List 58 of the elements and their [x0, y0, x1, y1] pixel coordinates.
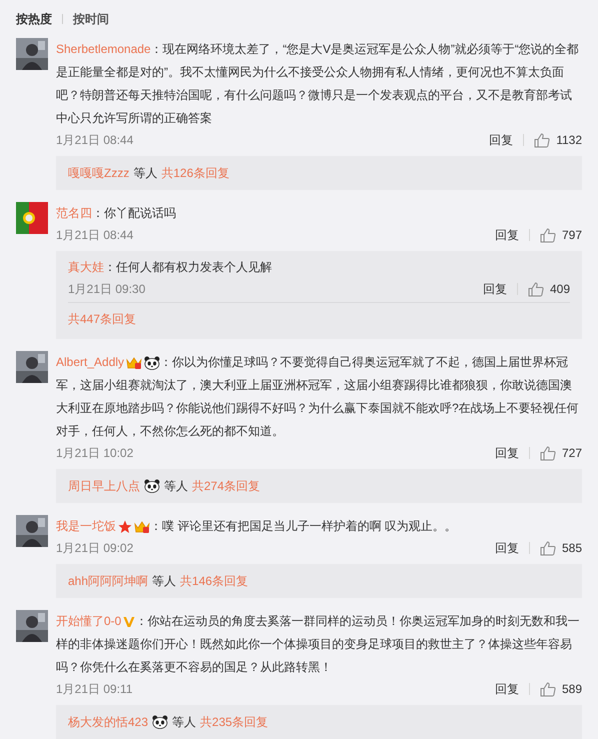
reply-link[interactable]: 回复: [494, 680, 519, 698]
reply-text: 真大娃：任何人都有权力发表个人见解: [68, 259, 273, 276]
reply-link[interactable]: 回复: [494, 226, 519, 244]
timestamp: 1月21日 09:30: [68, 281, 146, 298]
like-count: 727: [562, 445, 582, 462]
others-label: 等人: [152, 573, 176, 590]
reply-count-link[interactable]: 共126条回复: [161, 164, 230, 182]
thumbs-up-icon[interactable]: [540, 682, 556, 696]
user-link[interactable]: 真大娃: [68, 260, 104, 274]
others-label: 等人: [172, 714, 196, 731]
star-icon: [118, 520, 132, 534]
reply-count-link[interactable]: 共274条回复: [192, 477, 260, 495]
reply-link[interactable]: 回复: [482, 280, 507, 298]
reply-count-link[interactable]: 共235条回复: [200, 713, 268, 731]
sort-tab[interactable]: 按时间: [73, 10, 109, 28]
user-link[interactable]: Albert_Addly: [56, 355, 124, 369]
like-count: 1132: [556, 132, 582, 149]
user-link[interactable]: 周日早上八点: [68, 477, 140, 495]
user-link[interactable]: 嘎嘎嘎Zzzz: [68, 164, 130, 182]
reply-link[interactable]: 回复: [489, 131, 514, 149]
reply-count-link[interactable]: 共146条回复: [180, 572, 248, 590]
timestamp: 1月21日 09:02: [56, 540, 134, 557]
others-label: 等人: [133, 165, 158, 182]
comment-text: Sherbetlemonade：现在网络环境太差了，“您是大V是奥运冠军是公众人物”就必须等于“您说的全都是正能量全都是对的”。我不太懂网民为什么不接受公众人物拥有私人情绪，更何况也不算太负面吧？特朗普还每天推特治国呢，有什么问题吗？微博只是一个发表观点的平台，又不是教育部考试中心只允许写所谓的正确答案: [56, 41, 580, 127]
panda-icon: [144, 479, 160, 493]
panda-icon: [152, 715, 168, 729]
thumbs-up-icon[interactable]: [540, 228, 556, 242]
reply-count-link[interactable]: 共447条回复: [68, 303, 570, 335]
thumbs-up-icon[interactable]: [540, 540, 556, 556]
thumbs-up-icon[interactable]: [540, 446, 556, 460]
user-link[interactable]: 开始懂了0-0: [56, 614, 122, 628]
reply-link[interactable]: 回复: [494, 539, 519, 557]
reply-link[interactable]: 回复: [494, 444, 519, 462]
user-link[interactable]: 杨大发的恬423: [68, 713, 148, 731]
like-count: 589: [562, 681, 582, 698]
sort-tab[interactable]: 按热度: [16, 10, 52, 28]
comment-text: 范名四：你丫配说话吗: [56, 205, 177, 222]
user-link[interactable]: ahh阿阿阿坤啊: [68, 572, 148, 590]
timestamp: 1月21日 08:44: [56, 227, 134, 244]
others-label: 等人: [164, 478, 188, 495]
like-count: 409: [550, 281, 570, 298]
user-link[interactable]: Sherbetlemonade: [56, 42, 151, 56]
crown-icon: [134, 520, 150, 534]
comment-text: 我是一坨饭 ：噗 评论里还有把国足当儿子一样护着的啊 叹为观止。。: [56, 518, 458, 536]
comment-text: Albert_Addly ：你以为你懂足球吗？不要觉得自己得奥运冠军就了不起，德国上届世界杯冠军，这届小组赛就淘汰了，澳大利亚上届亚洲杯冠军，这届小组赛踢得比谁都狼狈，你敢说德国澳大利亚在原地踏步吗？你能说他们踢得不好吗？为什么赢下泰国就不能欢呼?在战场上不要轻视任何对手，任何人，不然你怎么死的都不知道。: [56, 354, 580, 440]
crown-icon: [126, 356, 142, 370]
panda-icon: [144, 356, 160, 370]
timestamp: 1月21日 08:44: [56, 132, 134, 149]
verified-v-icon: [123, 616, 136, 628]
thumbs-up-icon[interactable]: [528, 282, 544, 296]
timestamp: 1月21日 10:02: [56, 445, 134, 462]
user-link[interactable]: 范名四: [56, 206, 92, 220]
like-count: 585: [562, 540, 582, 557]
thumbs-up-icon[interactable]: [534, 132, 550, 148]
like-count: 797: [562, 227, 582, 244]
timestamp: 1月21日 09:11: [56, 681, 132, 698]
comment-text: 开始懂了0-0 ：你站在运动员的角度去奚落一群同样的运动员！你奥运冠军加身的时刻无数和我一样的非体操迷题你们开心！既然如此你一个体操项目的变身足球项目的救世主了？体操这些年容易吗？你凭什么在奚落更不容易的国足？从此路转黑！: [56, 613, 580, 676]
user-link[interactable]: 我是一坨饭: [56, 519, 116, 533]
